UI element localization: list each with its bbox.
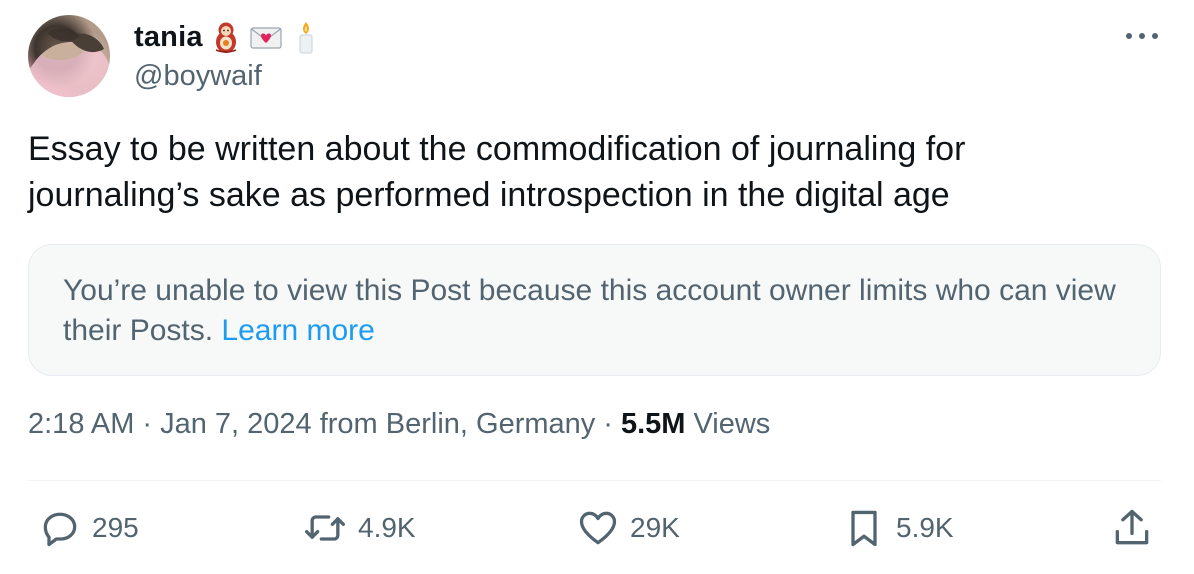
reply-icon: [43, 512, 77, 547]
bookmark-button[interactable]: 5.9K: [842, 500, 954, 556]
reply-count: 295: [92, 512, 139, 543]
author-name-row[interactable]: tania: [134, 18, 323, 56]
meta-separator: ·: [142, 408, 153, 440]
bookmark-icon: [851, 510, 877, 547]
learn-more-link[interactable]: Learn more: [221, 314, 374, 347]
views-label: Views: [693, 408, 771, 440]
bookmark-count: 5.9K: [896, 512, 954, 543]
meta-separator: ·: [603, 408, 613, 440]
tweet-metadata: 2:18 AM · Jan 7, 2024 from Berlin, Germa…: [28, 408, 770, 441]
repost-button[interactable]: 4.9K: [302, 500, 416, 556]
repost-count: 4.9K: [358, 512, 416, 543]
tweet-text: Essay to be written about the commodific…: [28, 130, 966, 214]
action-bar: 295 4.9K 29K 5.9K: [28, 500, 1161, 556]
divider: [28, 480, 1161, 481]
like-button[interactable]: 29K: [576, 500, 680, 556]
avatar[interactable]: [28, 15, 110, 97]
tweet-date-location[interactable]: Jan 7, 2024 from Berlin, Germany: [160, 408, 595, 441]
more-options-icon[interactable]: [1126, 22, 1158, 50]
author-handle[interactable]: @boywaif: [134, 60, 262, 93]
love-letter-icon: [249, 20, 283, 54]
share-icon: [1115, 509, 1149, 545]
candle-icon: [289, 20, 323, 54]
tweet-time[interactable]: 2:18 AM: [28, 408, 134, 441]
heart-icon: [579, 511, 617, 545]
share-button[interactable]: [1110, 500, 1154, 556]
repost-icon: [305, 515, 345, 541]
like-count: 29K: [630, 512, 680, 543]
author-display-name[interactable]: tania: [134, 21, 203, 54]
views-count: 5.5M: [620, 408, 686, 440]
quoted-post-unavailable-notice: You’re unable to view this Post because …: [28, 244, 1161, 376]
reply-button[interactable]: 295: [38, 500, 139, 556]
nesting-doll-icon: [209, 20, 243, 54]
